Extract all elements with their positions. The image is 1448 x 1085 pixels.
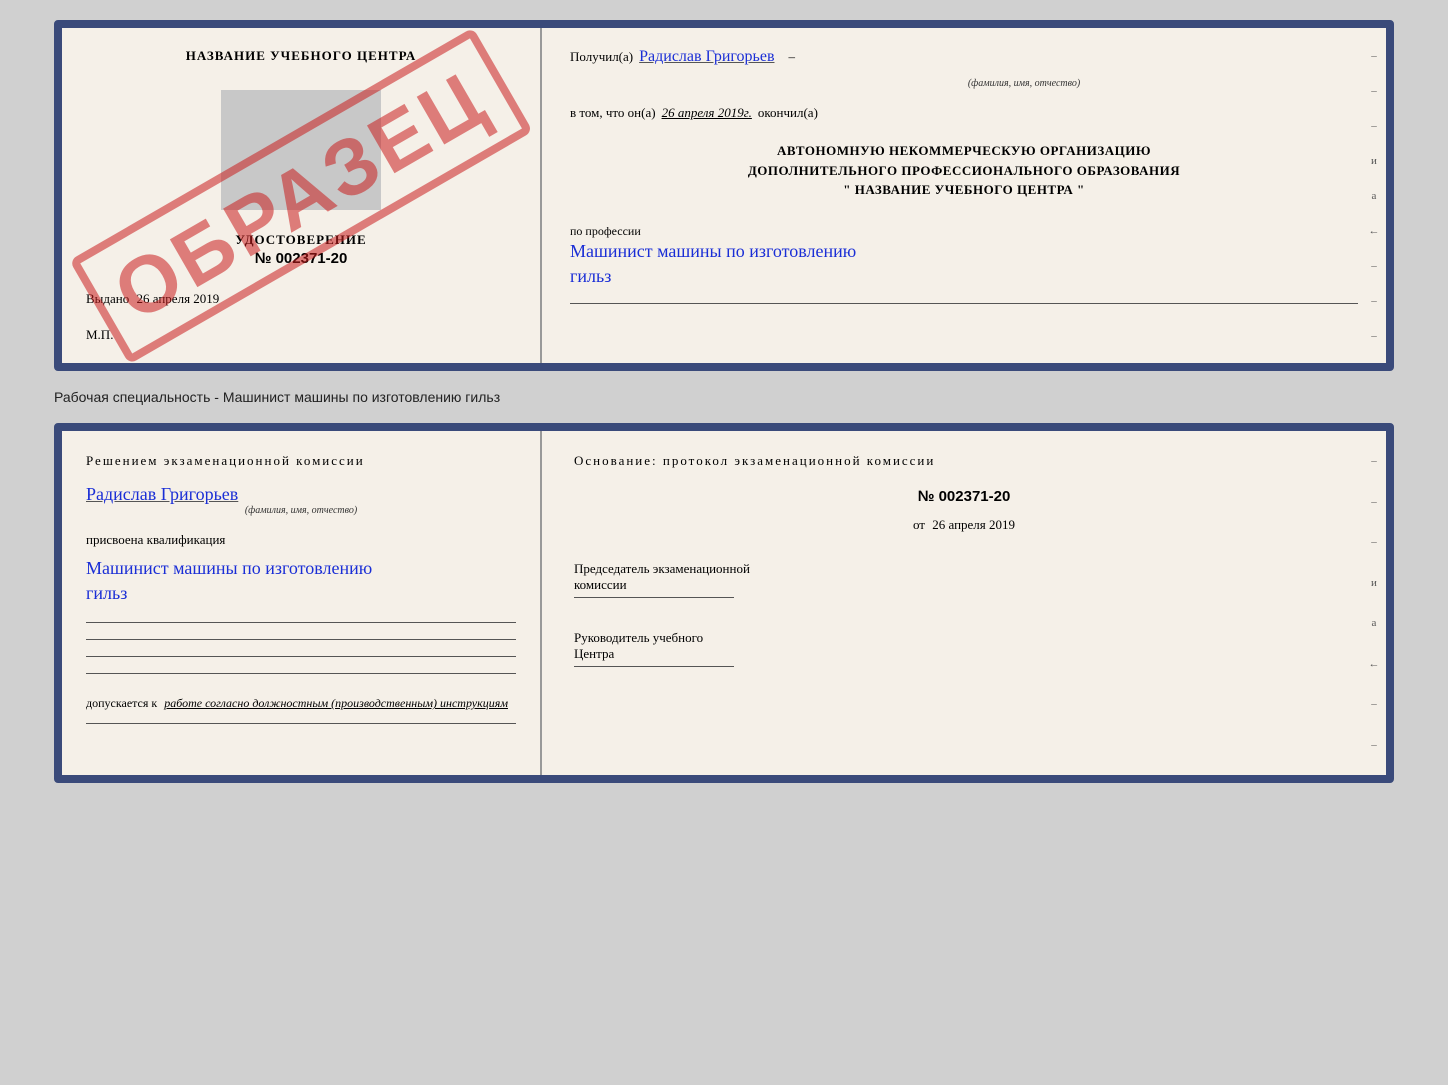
bottom-fio-hint: (фамилия, имя, отчество) <box>86 505 516 516</box>
dash-3: – <box>1371 120 1377 132</box>
kvalif-line1: Машинист машины по изготовлению <box>86 556 516 581</box>
bdash-5: – <box>1371 739 1377 751</box>
predsedatel-line1: Председатель экзаменационной <box>574 561 1354 577</box>
udostoverenie-block: УДОСТОВЕРЕНИЕ № 002371-20 <box>86 232 516 267</box>
bottom-document: Решением экзаменационной комиссии Радисл… <box>54 423 1394 783</box>
vydano-label: Выдано <box>86 291 129 306</box>
po-professii: по профессии <box>570 224 1358 239</box>
bottom-doc-left: Решением экзаменационной комиссии Радисл… <box>62 431 542 775</box>
rukovoditel-block: Руководитель учебного Центра <box>574 630 1354 667</box>
photo-placeholder <box>221 90 381 210</box>
bdash-2: – <box>1371 496 1377 508</box>
org-line3: " НАЗВАНИЕ УЧЕБНОГО ЦЕНТРА " <box>570 180 1358 200</box>
ot-row: от 26 апреля 2019 <box>574 517 1354 533</box>
dash-5: – <box>1371 295 1377 307</box>
caption-line: Рабочая специальность - Машинист машины … <box>54 389 1394 405</box>
side-i: и <box>1371 155 1377 167</box>
poluchil-label: Получил(а) <box>570 49 633 65</box>
profession-block: по профессии Машинист машины по изготовл… <box>570 218 1358 289</box>
dash1: – <box>789 49 796 65</box>
top-doc-right: Получил(а) Радислав Григорьев – (фамилия… <box>542 28 1386 363</box>
poluchil-row: Получил(а) Радислав Григорьев – <box>570 48 1358 66</box>
vydano-line: Выдано 26 апреля 2019 <box>86 291 516 307</box>
rukovoditel-signature <box>574 666 734 667</box>
fio-hint: (фамилия, имя, отчество) <box>690 78 1358 89</box>
ot-date: 26 апреля 2019 <box>932 517 1015 532</box>
vtom-row: в том, что он(а) 26 апреля 2019г. окончи… <box>570 105 1358 121</box>
bottom-name: Радислав Григорьев <box>86 484 516 505</box>
dopusk-text: работе согласно должностным (производств… <box>164 696 508 710</box>
rukovoditel-line1: Руководитель учебного <box>574 630 1354 646</box>
ot-label: от <box>913 517 925 532</box>
poluchil-name: Радислав Григорьев <box>639 48 774 66</box>
top-doc-left: НАЗВАНИЕ УЧЕБНОГО ЦЕНТРА УДОСТОВЕРЕНИЕ №… <box>62 28 542 363</box>
bdash-3: – <box>1371 536 1377 548</box>
org-line1: АВТОНОМНУЮ НЕКОММЕРЧЕСКУЮ ОРГАНИЗАЦИЮ <box>570 141 1358 161</box>
udostoverenie-number: № 002371-20 <box>86 250 516 267</box>
vydano-date: 26 апреля 2019 <box>137 291 220 306</box>
bside-i: и <box>1371 577 1377 589</box>
osnovanie-text: Основание: протокол экзаменационной коми… <box>574 451 1354 472</box>
org-block: АВТОНОМНУЮ НЕКОММЕРЧЕСКУЮ ОРГАНИЗАЦИЮ ДО… <box>570 141 1358 200</box>
org-line2: ДОПОЛНИТЕЛЬНОГО ПРОФЕССИОНАЛЬНОГО ОБРАЗО… <box>570 161 1358 181</box>
bside-arrow: ← <box>1369 658 1380 670</box>
okonchil: окончил(а) <box>758 105 818 121</box>
bottom-doc-right: Основание: протокол экзаменационной коми… <box>542 431 1386 775</box>
top-document: НАЗВАНИЕ УЧЕБНОГО ЦЕНТРА УДОСТОВЕРЕНИЕ №… <box>54 20 1394 371</box>
prisvoyena: присвоена квалификация <box>86 532 516 548</box>
predsedatel-block: Председатель экзаменационной комиссии <box>574 561 1354 598</box>
resheniyem-text: Решением экзаменационной комиссии <box>86 451 516 472</box>
profession-line2: гильз <box>570 264 1358 289</box>
vtom-label: в том, что он(а) <box>570 105 656 121</box>
top-left-title: НАЗВАНИЕ УЧЕБНОГО ЦЕНТРА <box>86 48 516 64</box>
bside-a: а <box>1372 617 1377 629</box>
dash-1: – <box>1371 50 1377 62</box>
mp: М.П. <box>86 315 516 343</box>
bottom-side-marks: – – – и а ← – – <box>1362 431 1386 775</box>
predsedatel-line2: комиссии <box>574 577 1354 593</box>
predsedatel-signature <box>574 597 734 598</box>
dash-6: – <box>1371 330 1377 342</box>
dopuskaetsya-block: допускается к работе согласно должностны… <box>86 696 516 711</box>
bottom-name-block: Радислав Григорьев (фамилия, имя, отчест… <box>86 484 516 516</box>
dash-4: – <box>1371 260 1377 272</box>
side-a: а <box>1372 190 1377 202</box>
bdash-4: – <box>1371 698 1377 710</box>
bottom-number: № 002371-20 <box>574 488 1354 505</box>
dopuskaetsya-label: допускается к <box>86 696 157 710</box>
profession-line1: Машинист машины по изготовлению <box>570 239 1358 264</box>
dash-2: – <box>1371 85 1377 97</box>
udostoverenie-title: УДОСТОВЕРЕНИЕ <box>86 232 516 248</box>
bdash-1: – <box>1371 455 1377 467</box>
rukovoditel-line2: Центра <box>574 646 1354 662</box>
kvalif-block: Машинист машины по изготовлению гильз <box>86 556 516 606</box>
side-marks: – – – и а ← – – – <box>1362 28 1386 363</box>
vtom-date: 26 апреля 2019г. <box>662 105 752 121</box>
kvalif-line2: гильз <box>86 581 516 606</box>
side-arrow: ← <box>1369 225 1380 237</box>
